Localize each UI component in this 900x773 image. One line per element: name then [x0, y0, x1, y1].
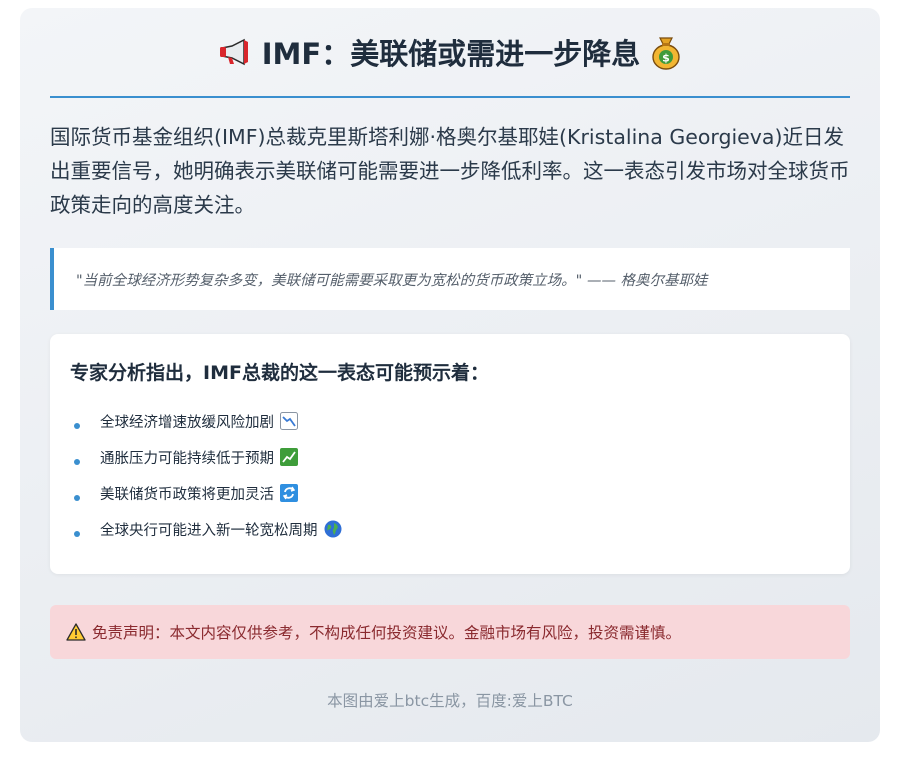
bullet-dot	[74, 495, 80, 501]
analysis-box: 专家分析指出，IMF总裁的这一表态可能预示着： 全球经济增速放缓风险加剧 通胀压…	[50, 334, 850, 574]
list-item-text: 通胀压力可能持续低于预期	[100, 450, 274, 467]
intro-paragraph: 国际货币基金组织(IMF)总裁克里斯塔利娜·格奥尔基耶娃(Kristalina …	[50, 125, 850, 217]
disclaimer-text: 免责声明：本文内容仅供参考，不构成任何投资建议。金融市场有风险，投资需谨慎。	[92, 624, 682, 642]
disclaimer-banner: 免责声明：本文内容仅供参考，不构成任何投资建议。金融市场有风险，投资需谨慎。	[50, 605, 850, 659]
bullet-dot	[74, 531, 80, 537]
bullet-dot	[74, 459, 80, 465]
page-title-text: IMF：美联储或需进一步降息	[261, 37, 641, 71]
chart-decreasing-icon	[280, 412, 298, 430]
analysis-heading: 专家分析指出，IMF总裁的这一表态可能预示着：	[70, 362, 489, 384]
article-card: IMF：美联储或需进一步降息 $ 国际货币基金组织(IMF)总裁克里斯塔利娜·格…	[20, 8, 880, 742]
footer-credit: 本图由爱上btc生成，百度:爱上BTC	[327, 692, 573, 710]
quote-text: "当前全球经济形势复杂多变，美联储可能需要采取更为宽松的货币政策立场。" —— …	[76, 272, 708, 289]
refresh-icon	[280, 484, 298, 502]
list-item: 全球央行可能进入新一轮宽松周期	[70, 511, 830, 547]
globe-icon	[324, 520, 342, 538]
list-item-text: 全球央行可能进入新一轮宽松周期	[100, 522, 318, 539]
bullet-dot	[74, 423, 80, 429]
title-row: IMF：美联储或需进一步降息 $	[50, 8, 850, 98]
warning-icon	[66, 623, 86, 641]
chart-increasing-icon	[280, 448, 298, 466]
money-bag-icon: $	[650, 34, 682, 70]
svg-text:$: $	[662, 52, 670, 65]
list-item-text: 全球经济增速放缓风险加剧	[100, 414, 274, 431]
megaphone-icon	[218, 38, 252, 66]
list-item-text: 美联储货币政策将更加灵活	[100, 486, 274, 503]
list-item: 全球经济增速放缓风险加剧	[70, 403, 830, 439]
page-title: IMF：美联储或需进一步降息 $	[218, 31, 682, 73]
list-item: 美联储货币政策将更加灵活	[70, 475, 830, 511]
quote-block: "当前全球经济形势复杂多变，美联储可能需要采取更为宽松的货币政策立场。" —— …	[50, 248, 850, 310]
list-item: 通胀压力可能持续低于预期	[70, 439, 830, 475]
